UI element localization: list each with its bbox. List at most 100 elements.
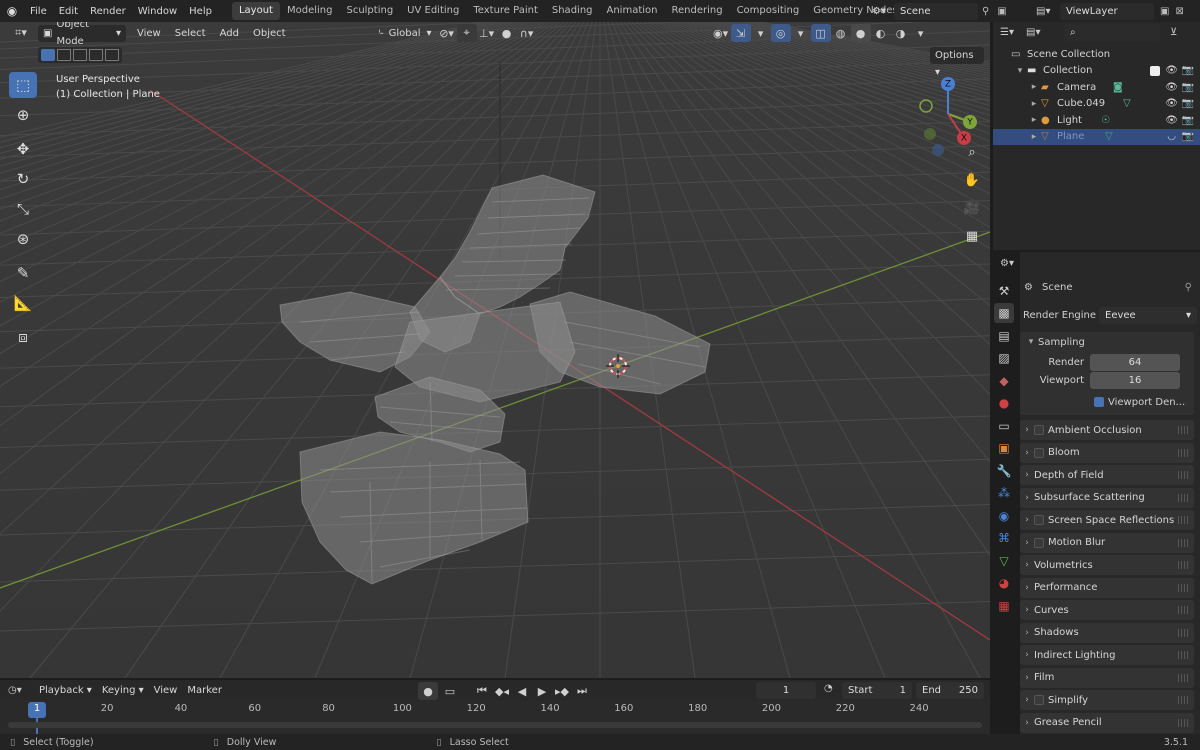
scene-tab-icon[interactable]: ◆ [994,371,1014,391]
select-box-tool-icon[interactable]: ⬚ [9,72,37,98]
cursor-tool-icon[interactable]: ⊕ [9,102,37,128]
tab-uv-editing[interactable]: UV Editing [400,2,466,20]
drag-grip-icon[interactable] [1178,471,1188,479]
drag-grip-icon[interactable] [1178,561,1188,569]
drag-grip-icon[interactable] [1178,538,1188,547]
annotate-tool-icon[interactable]: ✎ [9,260,37,286]
move-tool-icon[interactable]: ✥ [9,136,37,162]
tool-tab-icon[interactable]: ⚒ [994,281,1014,301]
clock-icon[interactable]: ◔ [824,683,833,694]
drag-grip-icon[interactable] [1178,426,1188,434]
tab-rendering[interactable]: Rendering [664,2,729,20]
next-keyframe-icon[interactable]: ▸◆ [552,682,572,700]
select-intersect-icon[interactable] [105,49,119,61]
visibility-icon[interactable]: ◉▾ [711,24,731,42]
menu-help[interactable]: Help [183,6,218,17]
wireframe-shading-icon[interactable]: ◍ [831,24,851,42]
scene-selector[interactable]: ⚙▾ Scene ⚲ ▣ [872,2,1007,20]
object-tab-icon[interactable]: ▣ [994,438,1014,458]
tab-sculpting[interactable]: Sculpting [339,2,400,20]
menu-playback[interactable]: Playback ▾ [34,682,97,699]
viewport-scene[interactable]: Z Y X [0,22,990,678]
collection-checkbox[interactable] [1150,65,1160,76]
grid-perspective-icon[interactable]: ▦ [960,224,984,248]
select-new-icon[interactable] [41,49,55,61]
measure-tool-icon[interactable]: 📐 [9,290,37,316]
panel-enable-checkbox[interactable] [1034,425,1044,435]
panel-enable-checkbox[interactable] [1034,695,1044,705]
panel-indirect-lighting[interactable]: › Indirect Lighting [1020,645,1194,665]
filter-icon[interactable]: ⊻ [1170,27,1177,38]
play-icon[interactable]: ▶ [532,682,552,700]
light-data-icon[interactable]: ☉ [1101,115,1110,126]
proportional-edit-icon[interactable]: ● [497,24,517,42]
output-tab-icon[interactable]: ▤ [994,326,1014,346]
drag-grip-icon[interactable] [1178,673,1188,682]
viewport-denoise-row[interactable]: Viewport Den... [1020,393,1194,411]
jump-start-icon[interactable]: ⏮ [472,682,492,700]
menu-edit[interactable]: Edit [53,6,84,17]
data-tab-icon[interactable]: ▽ [994,551,1014,571]
overlays-icon[interactable]: ◎ [770,24,791,42]
menu-view[interactable]: View [132,25,166,42]
solid-shading-icon[interactable]: ● [850,24,871,42]
camera-view-icon[interactable]: 🎥 [960,196,984,220]
transform-tool-icon[interactable]: ⊛ [9,226,37,252]
viewport-denoise-checkbox[interactable] [1094,397,1104,407]
snap-icon[interactable]: ⌖ [456,24,477,42]
constraints-tab-icon[interactable]: ⌘ [994,528,1014,548]
rotate-tool-icon[interactable]: ↻ [9,166,37,192]
select-extend-icon[interactable] [57,49,71,61]
editor-type-icon[interactable]: ☰▾ [1000,27,1026,38]
camera-render-icon[interactable]: 📷 [1182,82,1194,93]
timeline-ruler[interactable]: 1 20 40 60 80 100 120 140 160 180 200 220 240 [0,700,990,736]
eye-icon[interactable]: 👁 [1165,115,1178,126]
drag-grip-icon[interactable] [1178,606,1188,614]
camera-render-icon[interactable]: 📷 [1182,65,1194,76]
camera-render-icon[interactable]: 📷 [1182,131,1194,142]
collection-row[interactable]: ▾ ▬ Collection 👁 📷 [993,63,1200,80]
panel-motion-blur[interactable]: › Motion Blur [1020,532,1194,553]
outliner-search-input[interactable]: ⌕ [1064,23,1160,41]
outliner-item-light[interactable]: ▸ ● Light ☉ 👁 📷 [993,112,1200,129]
view-layer-field[interactable]: ViewLayer [1060,2,1154,20]
pivot-point-icon[interactable]: ⊘▾ [437,24,457,42]
tab-modeling[interactable]: Modeling [280,2,340,20]
pin-icon[interactable]: ⚲ [982,6,989,17]
scene-name-field[interactable]: Scene [894,2,978,20]
panel-simplify[interactable]: › Simplify [1020,690,1194,710]
eye-icon[interactable]: 👁 [1165,65,1178,76]
render-engine-dropdown[interactable]: Eevee ▾ [1099,306,1197,324]
menu-object[interactable]: Object [248,25,291,42]
mesh-data-icon[interactable]: ▽ [1105,131,1113,142]
panel-shadows[interactable]: › Shadows [1020,622,1194,643]
snap-target-icon[interactable]: ⊥▾ [477,24,497,42]
menu-add[interactable]: Add [215,25,244,42]
xray-icon[interactable]: ◫ [810,24,831,42]
eye-icon[interactable]: 👁 [1165,98,1178,109]
panel-curves[interactable]: › Curves [1020,600,1194,620]
zoom-icon[interactable]: ⌕ [960,140,984,164]
panel-volumetrics[interactable]: › Volumetrics [1020,555,1194,575]
eye-hidden-icon[interactable]: ◡ [1167,131,1176,142]
panel-ambient-occlusion[interactable]: › Ambient Occlusion [1020,420,1194,440]
world-tab-icon[interactable]: ● [994,393,1014,413]
options-button[interactable]: Options ▾ [930,47,984,78]
panel-screen-space-reflections[interactable]: › Screen Space Reflections [1020,510,1194,530]
viewport-samples-field[interactable]: 16 [1090,372,1180,389]
outliner-item-camera[interactable]: ▸ ▰ Camera ◙ 👁 📷 [993,79,1200,96]
view-layer-tab-icon[interactable]: ▨ [994,348,1014,368]
expand-arrow-icon[interactable]: ▸ [1027,99,1041,109]
rendered-shading-icon[interactable]: ◑ [891,24,911,42]
drag-grip-icon[interactable] [1178,448,1188,457]
select-subtract-icon[interactable] [73,49,87,61]
record-icon[interactable]: ● [418,682,438,700]
render-tab-icon[interactable]: ▩ [994,303,1014,323]
view-layer-selector[interactable]: ▤▾ ViewLayer ▣ ⊠ [1036,2,1184,20]
render-samples-field[interactable]: 64 [1090,354,1180,371]
outliner-item-plane[interactable]: ▸ ▽ Plane ▽ ◡ 📷 [993,128,1200,145]
scene-collection-row[interactable]: ▭ Scene Collection [993,46,1200,63]
camera-render-icon[interactable]: 📷 [1182,115,1194,126]
tab-texture-paint[interactable]: Texture Paint [466,2,545,20]
material-tab-icon[interactable]: ◕ [994,573,1014,593]
